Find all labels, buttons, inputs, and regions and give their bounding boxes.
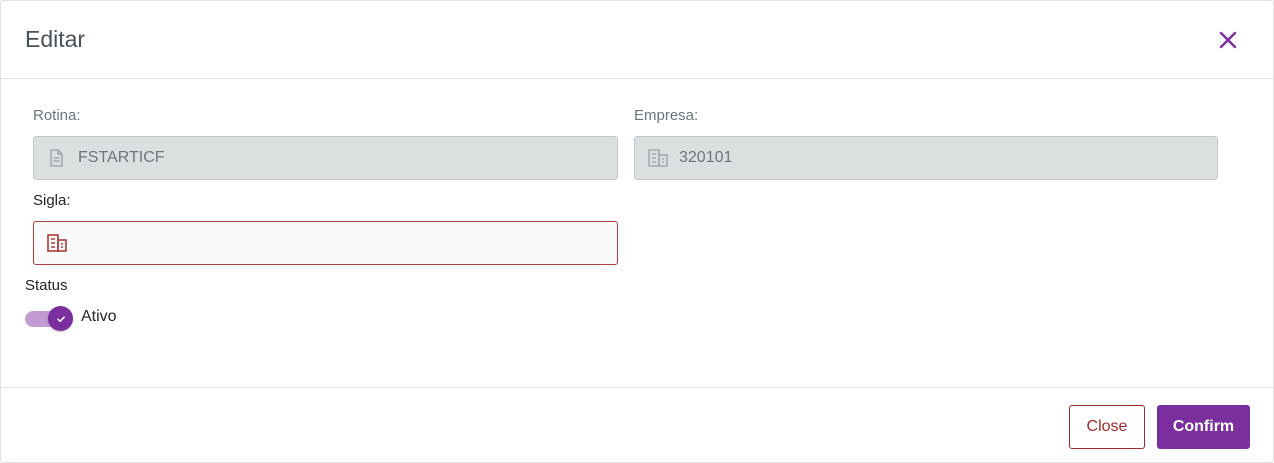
status-toggle-label: Ativo <box>81 308 117 325</box>
rotina-value: FSTARTICF <box>78 149 165 166</box>
empresa-field: 320101 <box>634 136 1218 180</box>
building-icon <box>46 233 67 253</box>
sigla-label: Sigla: <box>33 192 71 209</box>
status-label: Status <box>25 277 68 294</box>
edit-dialog: Editar Rotina: FSTARTICF Empresa: 320101… <box>0 0 1274 463</box>
close-button[interactable]: Close <box>1069 405 1145 449</box>
status-toggle[interactable] <box>25 306 73 332</box>
document-icon <box>46 148 66 168</box>
close-icon[interactable] <box>1213 25 1243 55</box>
check-icon <box>56 315 65 322</box>
dialog-header: Editar <box>1 1 1273 79</box>
confirm-button[interactable]: Confirm <box>1157 405 1250 449</box>
rotina-label: Rotina: <box>33 107 81 124</box>
building-icon <box>647 148 668 168</box>
sigla-field[interactable] <box>33 221 618 265</box>
rotina-field: FSTARTICF <box>33 136 618 180</box>
empresa-value: 320101 <box>679 149 733 166</box>
toggle-knob <box>48 306 73 331</box>
dialog-title: Editar <box>25 26 86 52</box>
empresa-label: Empresa: <box>634 107 699 124</box>
dialog-footer: Close Confirm <box>1 387 1273 463</box>
sigla-input[interactable] <box>78 222 605 264</box>
